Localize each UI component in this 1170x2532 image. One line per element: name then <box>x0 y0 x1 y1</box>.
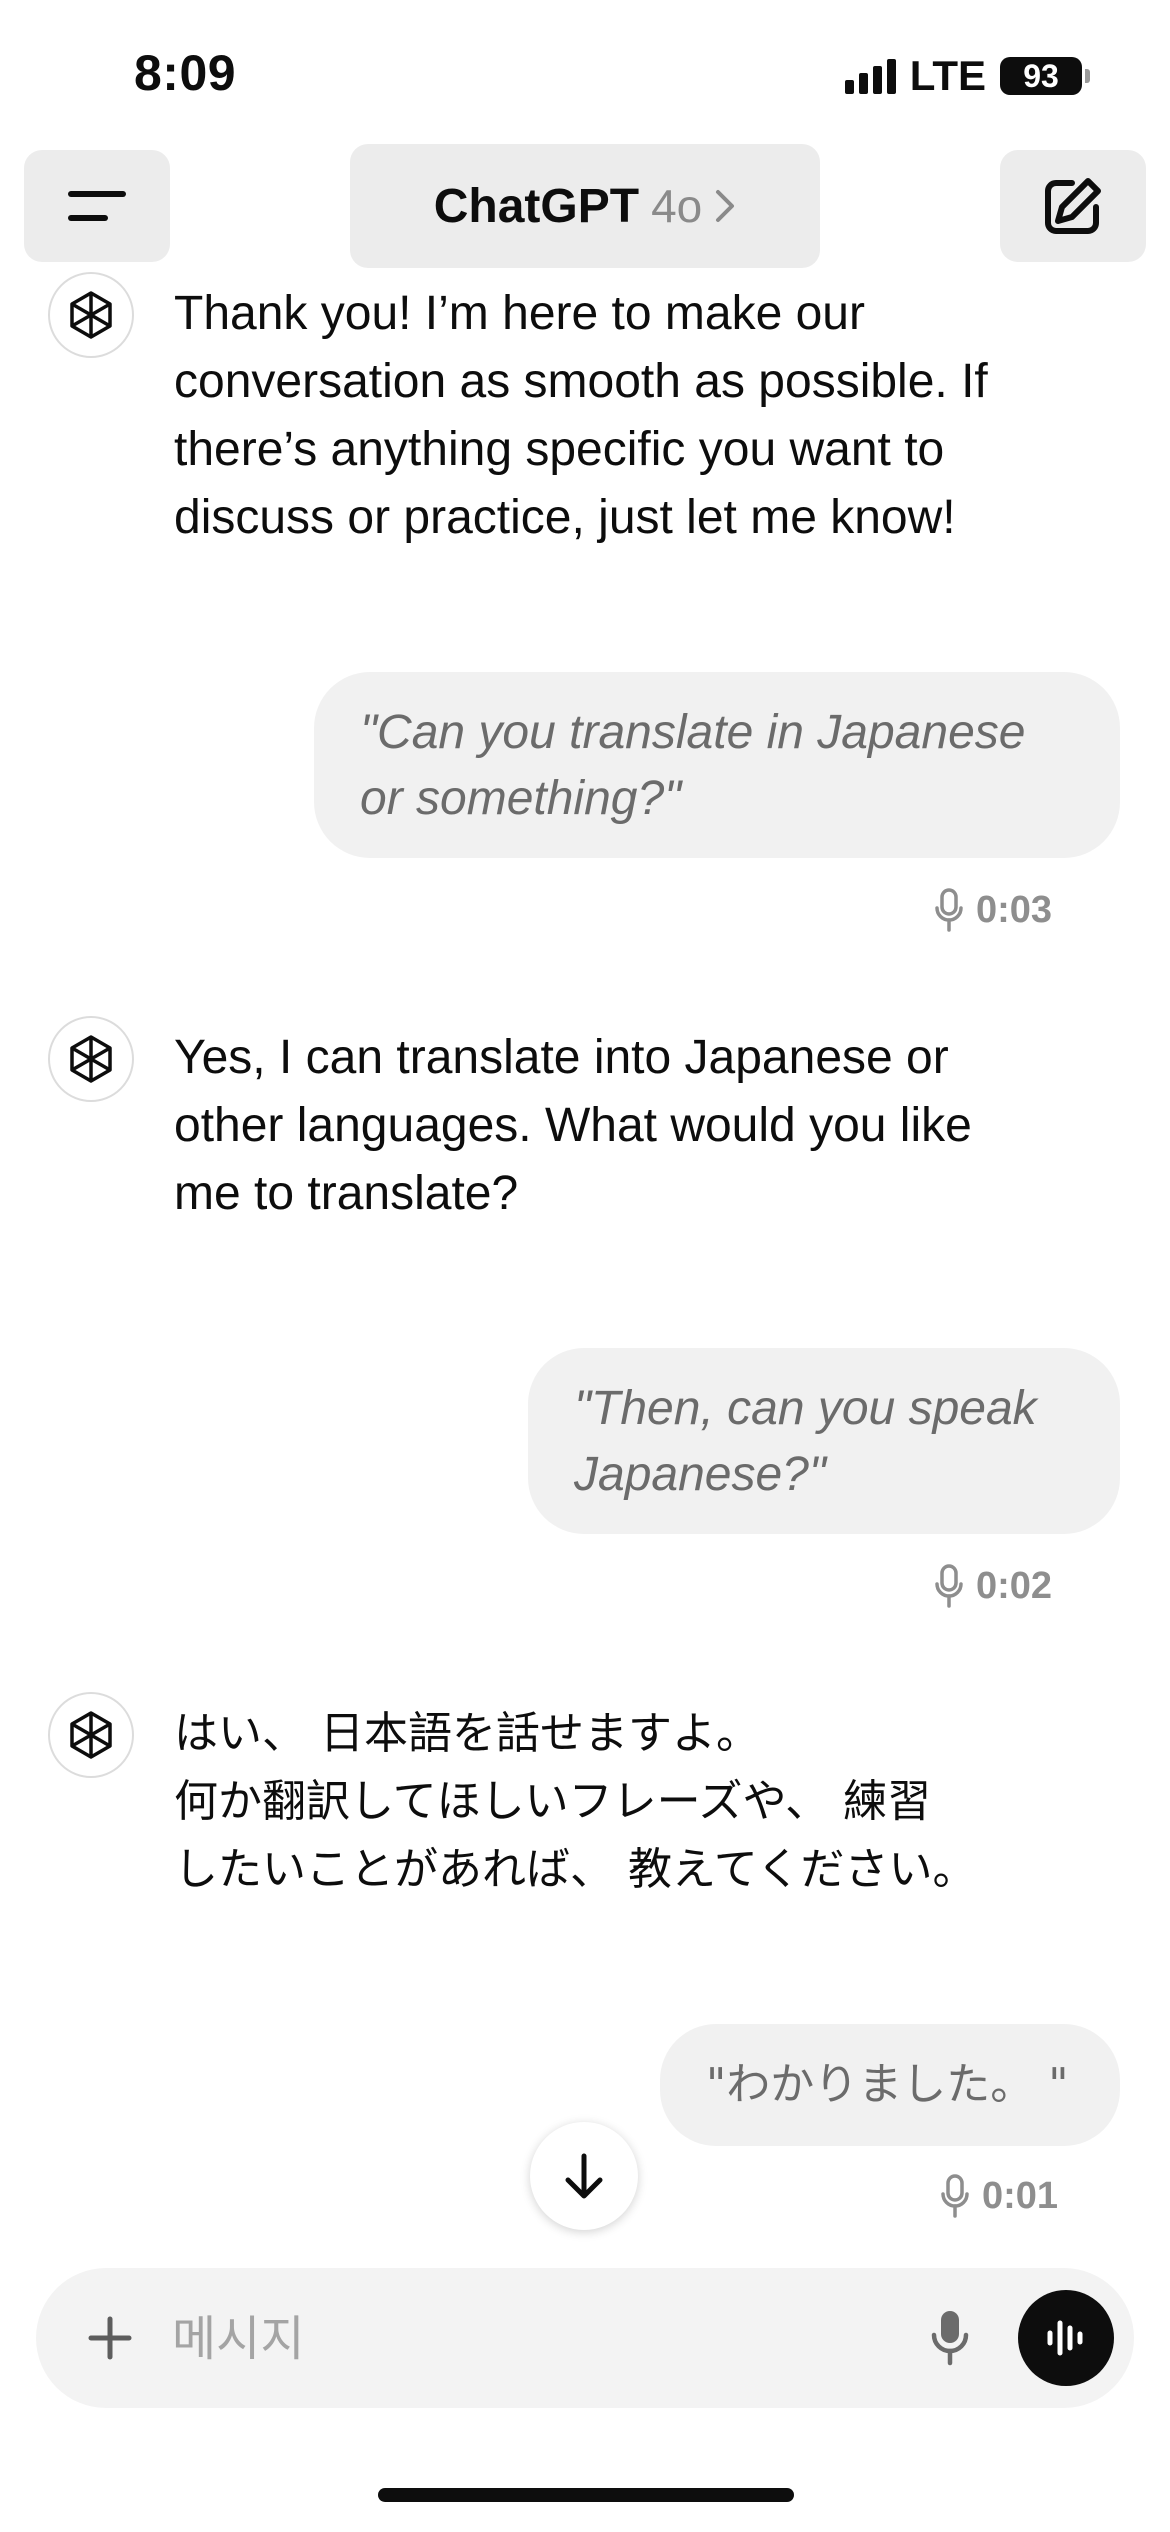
openai-logo-icon <box>70 1711 112 1759</box>
openai-logo-icon <box>70 1035 112 1083</box>
voice-message-duration: 0:03 <box>934 888 1052 932</box>
status-time: 8:09 <box>134 45 237 101</box>
new-chat-button[interactable] <box>1000 150 1146 262</box>
duration-label: 0:01 <box>982 2174 1059 2217</box>
openai-logo-icon <box>70 291 112 339</box>
microphone-icon <box>941 2174 969 2218</box>
cellular-signal-icon <box>844 58 896 94</box>
voice-message-duration: 0:02 <box>934 1564 1052 1608</box>
add-attachment-button[interactable] <box>76 2304 144 2372</box>
battery-icon: 93 <box>1000 57 1090 95</box>
microphone-icon <box>935 1564 963 1608</box>
battery-level: 93 <box>1000 57 1082 95</box>
user-message-bubble[interactable]: "Can you translate in Japanese or someth… <box>314 672 1120 858</box>
assistant-message: Thank you! I’m here to make our conversa… <box>174 287 988 544</box>
scroll-to-bottom-button[interactable] <box>530 2122 638 2230</box>
duration-label: 0:03 <box>976 888 1053 931</box>
voice-mode-button[interactable] <box>1018 2290 1114 2386</box>
sidebar-menu-button[interactable] <box>24 150 170 262</box>
chat-screen: 8:09 LTE 93 ChatGPT 4o Thank you! I’m he… <box>0 0 1170 2532</box>
new-chat-icon <box>1045 178 1101 234</box>
assistant-avatar <box>48 1016 134 1102</box>
home-indicator <box>378 2488 794 2502</box>
assistant-message: Yes, I can translate into Japanese or ot… <box>174 1031 972 1220</box>
app-title: ChatGPT <box>433 179 640 233</box>
network-type: LTE <box>909 52 986 99</box>
voice-message-duration: 0:01 <box>940 2174 1058 2218</box>
message-input[interactable] <box>170 2302 794 2376</box>
user-message-bubble[interactable]: "Then, can you speak Japanese?" <box>528 1348 1120 1534</box>
model-selector-button[interactable]: ChatGPT 4o <box>350 144 820 268</box>
voice-waveform-icon <box>1047 2320 1083 2356</box>
chevron-right-icon <box>716 190 735 222</box>
menu-icon <box>68 191 126 221</box>
microphone-icon <box>935 888 963 932</box>
arrow-down-icon <box>565 2153 603 2199</box>
user-message-bubble[interactable]: "わかりました。 " <box>660 2024 1120 2146</box>
plus-icon <box>88 2316 132 2360</box>
assistant-avatar <box>48 1692 134 1778</box>
assistant-message: はい、 日本語を話せますよ。 何か翻訳してほしいフレーズや、 練習 したいことが… <box>174 1708 977 1895</box>
microphone-icon <box>931 2311 969 2366</box>
model-name: 4o <box>651 180 703 232</box>
duration-label: 0:02 <box>976 1564 1053 1607</box>
message-composer <box>36 2268 1134 2408</box>
status-indicators: LTE 93 <box>844 52 1090 100</box>
assistant-avatar <box>48 272 134 358</box>
dictate-button[interactable] <box>916 2304 984 2372</box>
